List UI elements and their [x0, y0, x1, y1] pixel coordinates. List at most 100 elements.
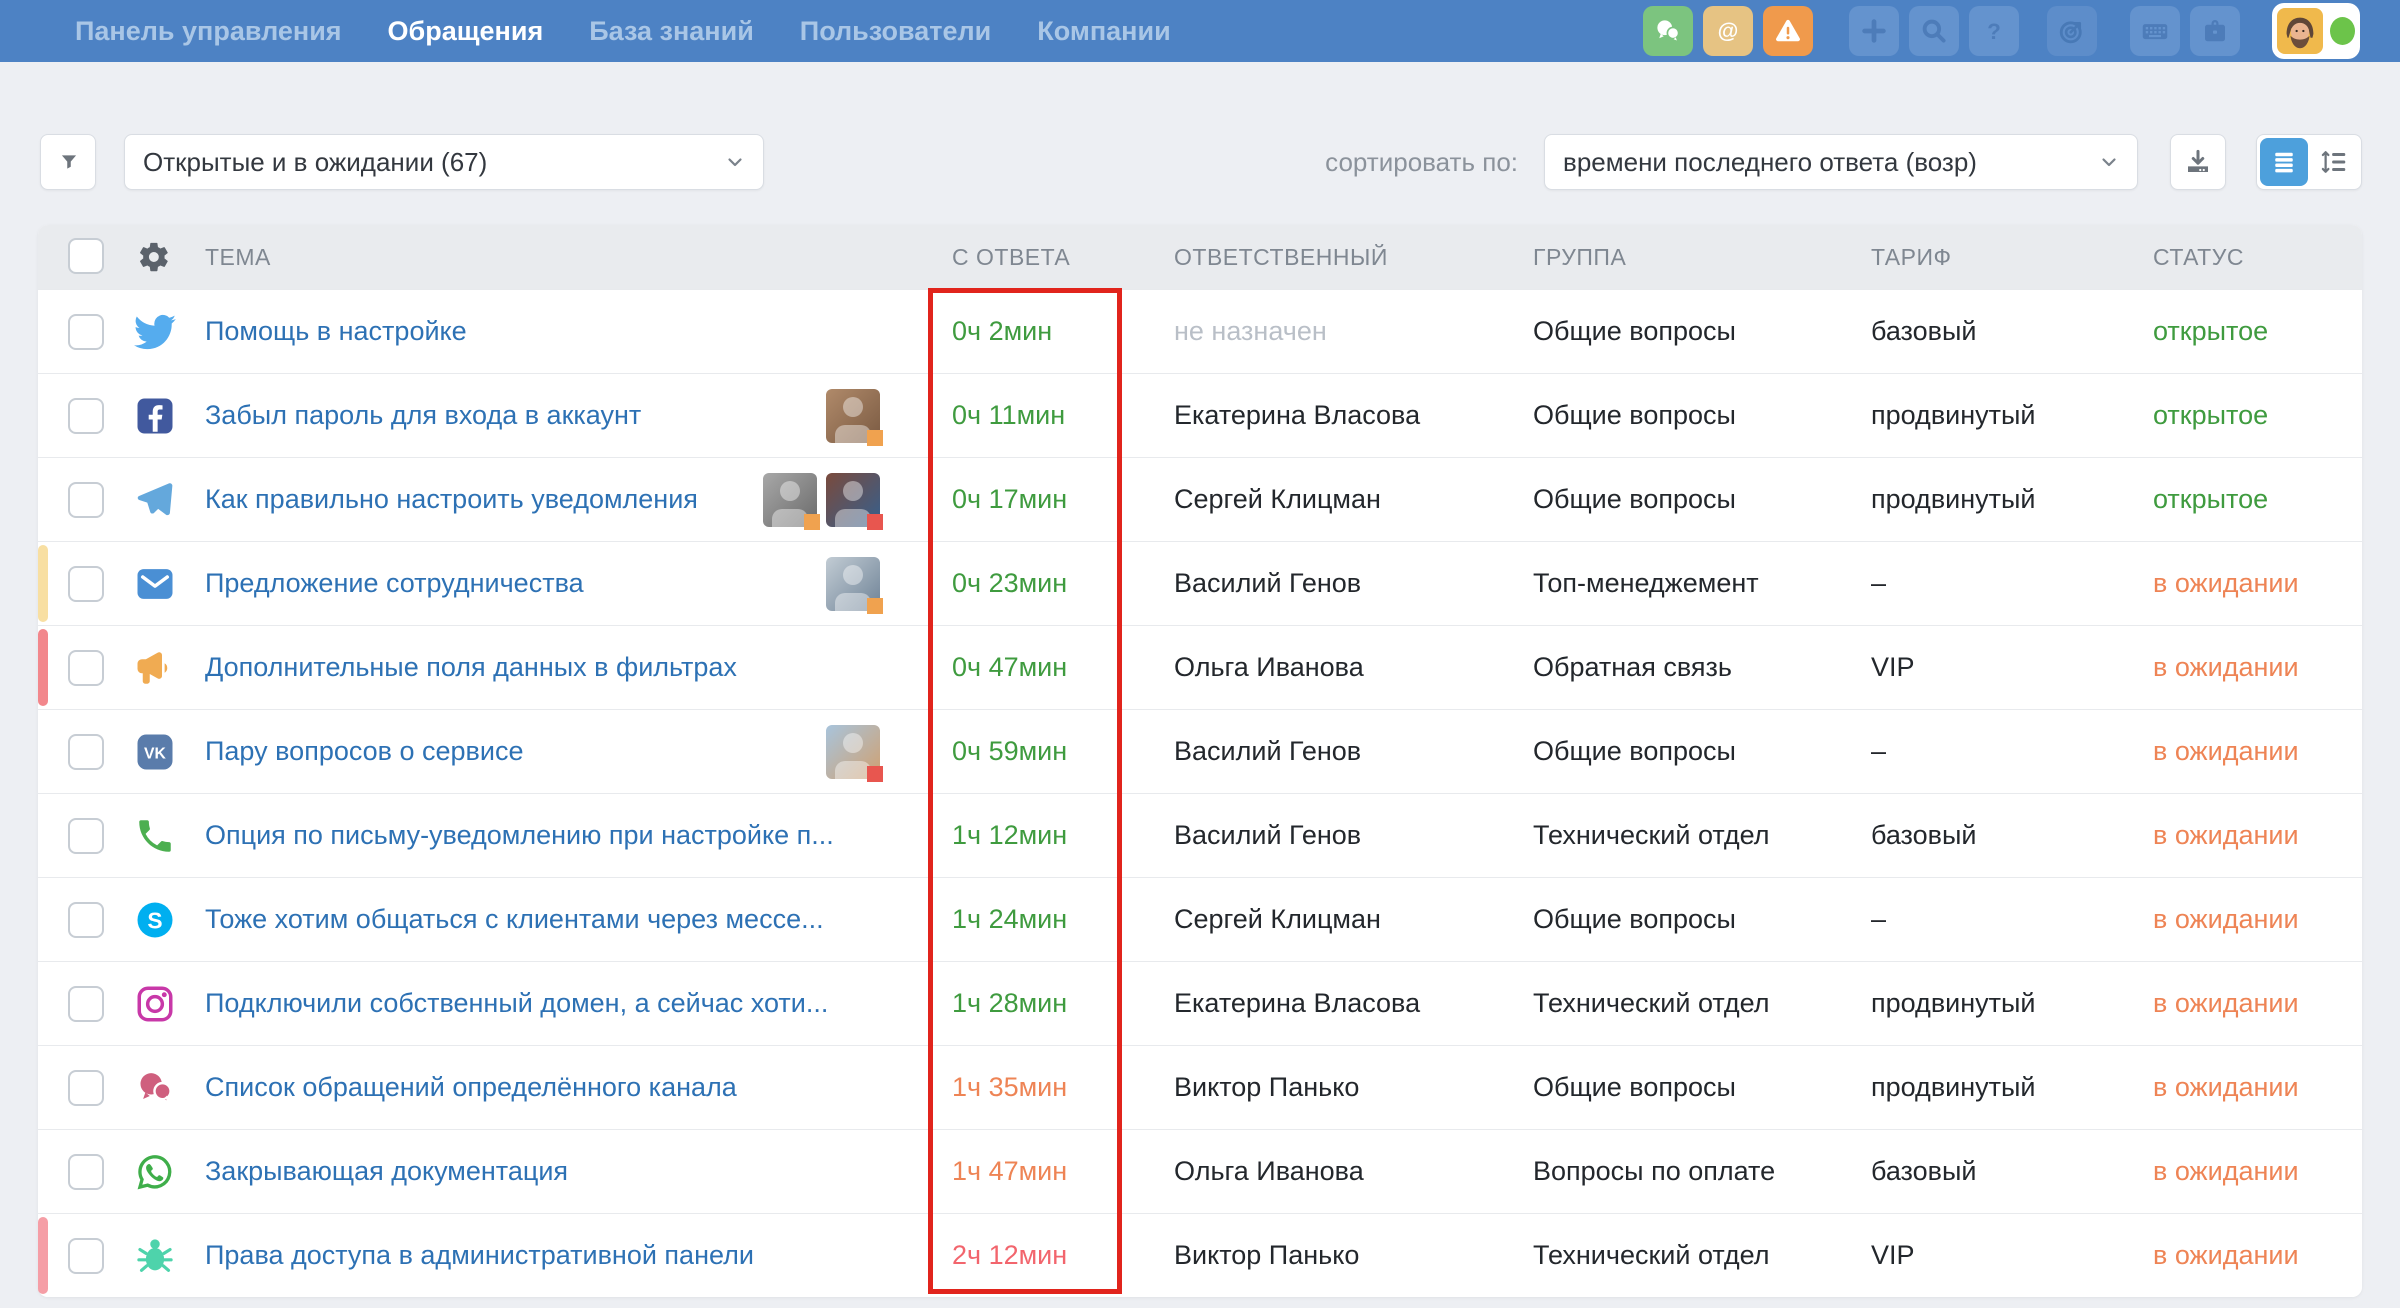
- briefcase-button[interactable]: [2190, 6, 2240, 56]
- column-header-topic: ТЕМА: [205, 225, 271, 289]
- table-row[interactable]: Права доступа в административной панели 2…: [38, 1213, 2362, 1297]
- search-button[interactable]: [1909, 6, 1959, 56]
- avatar-status-badge: [867, 766, 883, 782]
- table-row[interactable]: Закрывающая документация1ч 47минОльга Ив…: [38, 1129, 2362, 1213]
- since-reply-time: 2ч 12мин: [952, 1214, 1067, 1297]
- row-checkbox[interactable]: [68, 482, 104, 518]
- group-name: Общие вопросы: [1533, 710, 1736, 793]
- table-header: ТЕМА С ОТВЕТА ОТВЕТСТВЕННЫЙ ГРУППА ТАРИФ…: [38, 225, 2362, 289]
- export-button[interactable]: [2170, 134, 2226, 190]
- row-checkbox[interactable]: [68, 314, 104, 350]
- ticket-topic-link[interactable]: Подключили собственный домен, а сейчас х…: [205, 962, 828, 1045]
- avatar-status-badge: [867, 598, 883, 614]
- assignee-name: Ольга Иванова: [1174, 626, 1364, 709]
- help-button[interactable]: ?: [1969, 6, 2019, 56]
- tariff-value: –: [1871, 878, 1886, 961]
- status-badge: в ожидании: [2153, 1130, 2299, 1213]
- select-all-checkbox[interactable]: [68, 238, 104, 274]
- assignee-name: Василий Генов: [1174, 710, 1361, 793]
- tariff-value: –: [1871, 542, 1886, 625]
- table-row[interactable]: Помощь в настройке0ч 2минне назначенОбщи…: [38, 289, 2362, 373]
- tariff-value: базовый: [1871, 290, 1976, 373]
- ticket-topic-link[interactable]: Опция по письму-уведомлению при настройк…: [205, 794, 834, 877]
- ticket-topic-link[interactable]: Дополнительные поля данных в фильтрах: [205, 626, 737, 709]
- status-badge: в ожидании: [2153, 1214, 2299, 1297]
- row-checkbox[interactable]: [68, 566, 104, 602]
- alert-button[interactable]: [1763, 6, 1813, 56]
- sort-dropdown[interactable]: времени последнего ответа (возр): [1544, 134, 2138, 190]
- ticket-topic-link[interactable]: Список обращений определённого канала: [205, 1046, 737, 1129]
- main-nav: Панель управления Обращения База знаний Пол…: [75, 0, 1171, 62]
- user-menu[interactable]: [2272, 3, 2360, 59]
- table-row[interactable]: Дополнительные поля данных в фильтрах0ч …: [38, 625, 2362, 709]
- sort-by-label: сортировать по:: [1308, 134, 1518, 190]
- nav-item-users[interactable]: Пользователи: [800, 16, 991, 47]
- row-height-icon: [2319, 147, 2349, 177]
- row-checkbox[interactable]: [68, 734, 104, 770]
- row-checkbox[interactable]: [68, 1154, 104, 1190]
- row-checkbox[interactable]: [68, 398, 104, 434]
- nav-item-dashboard[interactable]: Панель управления: [75, 16, 342, 47]
- row-checkbox[interactable]: [68, 650, 104, 686]
- since-reply-time: 1ч 28мин: [952, 962, 1067, 1045]
- tickets-table: ТЕМА С ОТВЕТА ОТВЕТСТВЕННЫЙ ГРУППА ТАРИФ…: [38, 225, 2362, 1297]
- status-filter-dropdown[interactable]: Открытые и в ожидании (67): [124, 134, 764, 190]
- ticket-topic-link[interactable]: Забыл пароль для входа в аккаунт: [205, 374, 641, 457]
- chat-button[interactable]: [1643, 6, 1693, 56]
- whatsapp-icon: [134, 1151, 176, 1193]
- column-settings-button[interactable]: [137, 240, 171, 274]
- row-checkbox[interactable]: [68, 1070, 104, 1106]
- status-badge: в ожидании: [2153, 626, 2299, 709]
- group-name: Общие вопросы: [1533, 290, 1736, 373]
- add-button[interactable]: [1849, 6, 1899, 56]
- table-row[interactable]: Опция по письму-уведомлению при настройк…: [38, 793, 2362, 877]
- table-row[interactable]: Как правильно настроить уведомления0ч 17…: [38, 457, 2362, 541]
- table-row[interactable]: VKПару вопросов о сервисе0ч 59минВасилий…: [38, 709, 2362, 793]
- goal-button[interactable]: [2047, 6, 2097, 56]
- avatar-status-badge: [867, 430, 883, 446]
- assignee-name: не назначен: [1174, 290, 1327, 373]
- svg-text:@: @: [1718, 19, 1739, 43]
- ticket-topic-link[interactable]: Помощь в настройке: [205, 290, 467, 373]
- tariff-value: продвинутый: [1871, 374, 2036, 457]
- nav-item-tickets[interactable]: Обращения: [388, 16, 544, 47]
- status-badge: в ожидании: [2153, 878, 2299, 961]
- table-row[interactable]: Предложение сотрудничества0ч 23минВасили…: [38, 541, 2362, 625]
- briefcase-icon: [2200, 16, 2230, 46]
- assignee-name: Василий Генов: [1174, 794, 1361, 877]
- ticket-topic-link[interactable]: Права доступа в административной панели: [205, 1214, 754, 1297]
- group-name: Технический отдел: [1533, 1214, 1769, 1297]
- row-checkbox[interactable]: [68, 1238, 104, 1274]
- row-checkbox[interactable]: [68, 986, 104, 1022]
- filter-button[interactable]: [40, 134, 96, 190]
- row-height-button[interactable]: [2310, 138, 2358, 186]
- group-name: Общие вопросы: [1533, 374, 1736, 457]
- row-checkbox[interactable]: [68, 902, 104, 938]
- twitter-icon: [134, 311, 176, 353]
- row-accent-strip: [38, 545, 48, 622]
- status-badge: открытое: [2153, 458, 2268, 541]
- ticket-topic-link[interactable]: Предложение сотрудничества: [205, 542, 584, 625]
- ticket-topic-link[interactable]: Как правильно настроить уведомления: [205, 458, 698, 541]
- nav-item-knowledge-base[interactable]: База знаний: [589, 16, 754, 47]
- table-row[interactable]: SТоже хотим общаться с клиентами через м…: [38, 877, 2362, 961]
- ticket-topic-link[interactable]: Тоже хотим общаться с клиентами через ме…: [205, 878, 824, 961]
- table-row[interactable]: Подключили собственный домен, а сейчас х…: [38, 961, 2362, 1045]
- facebook-icon: [134, 395, 176, 437]
- table-row[interactable]: Список обращений определённого канала1ч …: [38, 1045, 2362, 1129]
- row-checkbox[interactable]: [68, 818, 104, 854]
- list-view-button[interactable]: [2260, 138, 2308, 186]
- ticket-topic-link[interactable]: Закрывающая документация: [205, 1130, 568, 1213]
- ticket-topic-link[interactable]: Пару вопросов о сервисе: [205, 710, 524, 793]
- table-row[interactable]: Забыл пароль для входа в аккаунт0ч 11мин…: [38, 373, 2362, 457]
- group-name: Общие вопросы: [1533, 878, 1736, 961]
- gear-icon: [137, 240, 171, 274]
- status-badge: в ожидании: [2153, 1046, 2299, 1129]
- funnel-icon: [59, 147, 79, 177]
- tariff-value: –: [1871, 710, 1886, 793]
- status-filter-value: Открытые и в ожидании (67): [143, 147, 487, 178]
- nav-item-companies[interactable]: Компании: [1037, 16, 1170, 47]
- mention-button[interactable]: @: [1703, 6, 1753, 56]
- top-navigation-bar: Панель управления Обращения База знаний Пол…: [0, 0, 2400, 62]
- keyboard-button[interactable]: [2130, 6, 2180, 56]
